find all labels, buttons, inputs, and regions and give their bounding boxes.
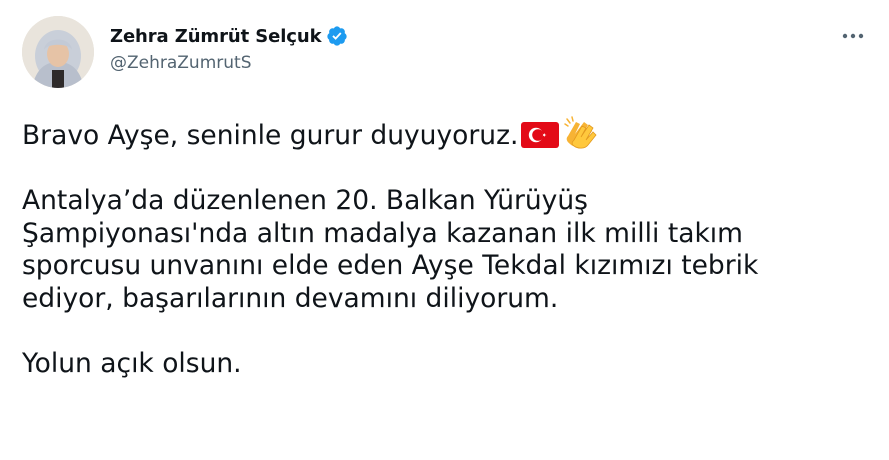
turkey-flag-icon [521,122,560,148]
clapping-hands-icon [564,116,597,149]
more-options-icon [842,33,864,39]
tweet-line-2: Antalya’da düzenlenen 20. Balkan Yürüyüş [22,185,588,216]
tweet-header: Zehra Zümrüt Selçuk @ZehraZumrutS [22,16,871,90]
tweet-text: Bravo Ayşe, seninle gurur duyuyoruz. Ant… [22,116,882,380]
tweet-line-3: Şampiyonası'nda altın madalya kazanan il… [22,217,743,249]
tweet-line-5: ediyor, başarılarının devamını diliyorum… [22,282,559,314]
tweet-line-4: sporcusu unvanını elde eden Ayşe Tekdal … [22,250,759,281]
tweet-paragraph-2: Antalya’da düzenlenen 20. Balkan Yürüyüş… [22,185,882,315]
tweet-paragraph-1: Bravo Ayşe, seninle gurur duyuyoruz. [22,116,882,153]
tweet-line-1: Bravo Ayşe, seninle gurur duyuyoruz. [22,120,519,151]
display-name[interactable]: Zehra Zümrüt Selçuk [110,26,322,47]
tweet-paragraph-3: Yolun açık olsun. [22,348,882,381]
author-info: Zehra Zümrüt Selçuk @ZehraZumrutS [110,25,348,73]
handle[interactable]: @ZehraZumrutS [110,53,348,73]
avatar-image [22,16,94,88]
tweet-line-6: Yolun açık olsun. [22,347,242,379]
avatar[interactable] [22,16,94,88]
name-row: Zehra Zümrüt Selçuk [110,25,348,47]
more-options-button[interactable] [839,26,867,46]
verified-badge-icon [327,26,348,46]
